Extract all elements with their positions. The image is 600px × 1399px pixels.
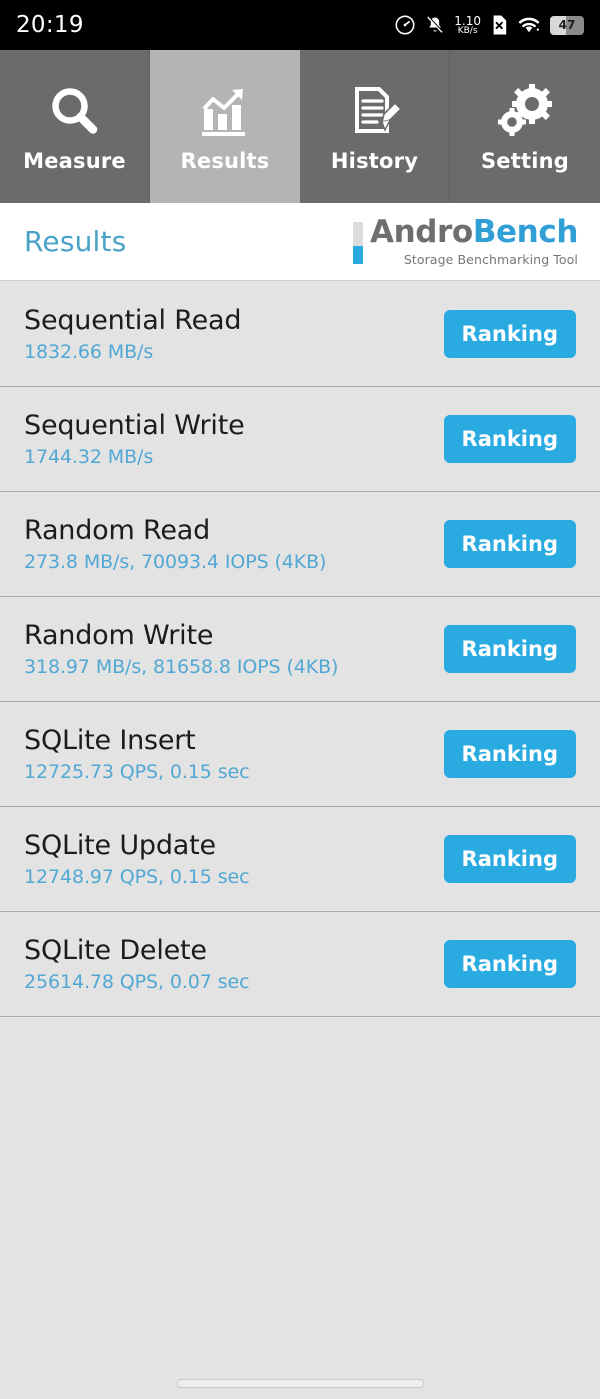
result-title: SQLite Insert xyxy=(24,724,196,756)
result-row-sqlite-delete[interactable]: SQLite Delete 25614.78 QPS, 0.07 sec Ran… xyxy=(0,912,600,1017)
sim-card-off-icon xyxy=(490,14,508,36)
tab-history[interactable]: History xyxy=(300,50,450,203)
result-row-sqlite-update[interactable]: SQLite Update 12748.97 QPS, 0.15 sec Ran… xyxy=(0,807,600,912)
tab-results[interactable]: Results xyxy=(150,50,300,203)
logo-bar-icon xyxy=(352,221,363,264)
network-speed-value: 1.10 xyxy=(454,13,481,28)
result-row-sequential-read[interactable]: Sequential Read 1832.66 MB/s Ranking xyxy=(0,282,600,387)
status-bar: 20:19 1.10 KB/s 47 xyxy=(0,0,600,50)
phone-screen: 20:19 1.10 KB/s 47 Measure Results Histo… xyxy=(0,0,600,1399)
tab-results-label: Results xyxy=(180,148,270,173)
status-clock: 20:19 xyxy=(16,12,84,38)
result-value: 273.8 MB/s, 70093.4 IOPS (4KB) xyxy=(24,551,327,574)
ranking-button[interactable]: Ranking xyxy=(443,415,576,463)
result-title: SQLite Update xyxy=(24,829,216,861)
result-value: 318.97 MB/s, 81658.8 IOPS (4KB) xyxy=(24,656,339,679)
result-title: Random Write xyxy=(24,619,214,651)
gesture-pill[interactable] xyxy=(176,1378,424,1388)
tab-measure-label: Measure xyxy=(23,148,126,173)
ranking-button[interactable]: Ranking xyxy=(443,730,576,778)
app-header: Results AndroBench Storage Benchmarking … xyxy=(0,203,600,281)
logo-tagline: Storage Benchmarking Tool xyxy=(403,251,578,267)
result-row-random-read[interactable]: Random Read 273.8 MB/s, 70093.4 IOPS (4K… xyxy=(0,492,600,597)
page-title: Results xyxy=(24,225,127,258)
result-row-sqlite-insert[interactable]: SQLite Insert 12725.73 QPS, 0.15 sec Ran… xyxy=(0,702,600,807)
status-icon-group: 1.10 KB/s 47 xyxy=(394,14,584,36)
androbench-logo: AndroBench Storage Benchmarking Tool xyxy=(352,213,579,267)
gesture-navigation-bar[interactable] xyxy=(0,1367,600,1399)
result-row-random-write[interactable]: Random Write 318.97 MB/s, 81658.8 IOPS (… xyxy=(0,597,600,702)
network-speed-unit: KB/s xyxy=(457,25,478,36)
battery-percent-label: 47 xyxy=(558,18,576,32)
tab-setting-label: Setting xyxy=(480,148,570,173)
battery-icon: 47 xyxy=(550,15,584,35)
magnifier-icon xyxy=(46,81,104,143)
result-title: Sequential Read xyxy=(24,304,242,336)
result-title: Sequential Write xyxy=(24,409,245,441)
tab-setting[interactable]: Setting xyxy=(450,50,600,203)
result-title: Random Read xyxy=(24,514,211,546)
network-speed-icon: 1.10 KB/s xyxy=(454,15,481,36)
result-row-sequential-write[interactable]: Sequential Write 1744.32 MB/s Ranking xyxy=(0,387,600,492)
notifications-muted-icon xyxy=(425,14,445,36)
ranking-button[interactable]: Ranking xyxy=(443,940,576,988)
main-tab-bar: Measure Results History Setting xyxy=(0,50,600,203)
result-title: SQLite Delete xyxy=(24,934,207,966)
result-value: 12748.97 QPS, 0.15 sec xyxy=(24,866,250,889)
ranking-button[interactable]: Ranking xyxy=(443,520,576,568)
result-value: 1744.32 MB/s xyxy=(24,446,154,469)
document-pencil-icon xyxy=(346,81,404,143)
result-value: 12725.73 QPS, 0.15 sec xyxy=(24,761,250,784)
logo-word-andro: Andro xyxy=(369,213,473,250)
ranking-button[interactable]: Ranking xyxy=(443,625,576,673)
ranking-button[interactable]: Ranking xyxy=(443,310,576,358)
tab-measure[interactable]: Measure xyxy=(0,50,150,203)
ranking-button[interactable]: Ranking xyxy=(443,835,576,883)
results-list: Sequential Read 1832.66 MB/s Ranking Seq… xyxy=(0,282,600,1399)
wifi-icon xyxy=(517,15,541,35)
logo-word-bench: Bench xyxy=(472,213,579,250)
result-value: 1832.66 MB/s xyxy=(24,341,154,364)
speedometer-icon xyxy=(394,14,416,36)
bar-chart-icon xyxy=(196,81,254,143)
gears-icon xyxy=(496,81,554,143)
tab-history-label: History xyxy=(330,148,419,173)
result-value: 25614.78 QPS, 0.07 sec xyxy=(24,971,250,994)
